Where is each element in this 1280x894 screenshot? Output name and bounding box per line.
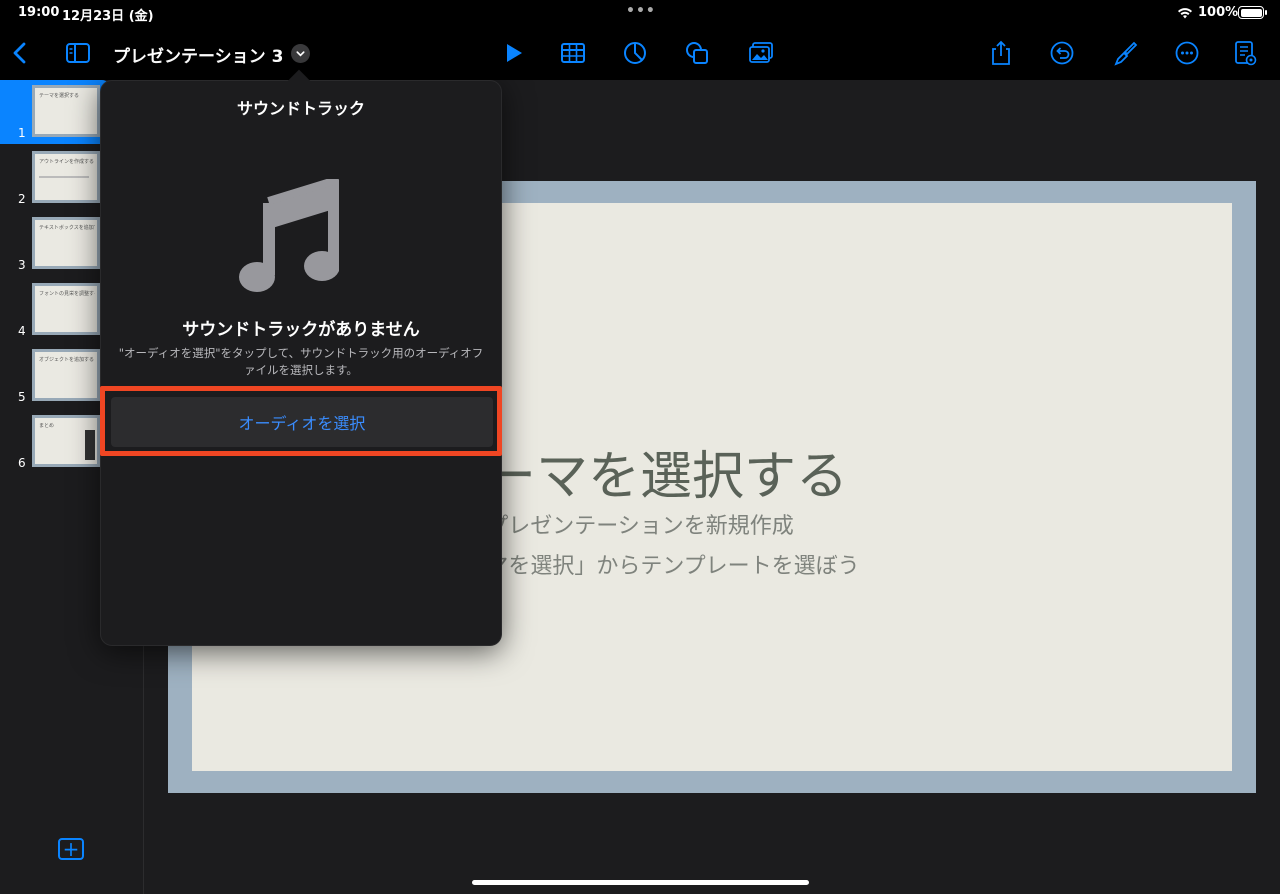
empty-state-title: サウンドトラックがありません [182,320,420,340]
slide-thumbnail-label: フォントの見栄を調整する [39,291,95,297]
soundtrack-popover: サウンドトラック サウンドトラックがありません "オーディオを選択"をタップして… [100,69,502,646]
wifi-icon [1178,8,1192,19]
home-indicator[interactable] [472,880,809,885]
choose-audio-button[interactable]: オーディオを選択 [111,397,493,447]
presenter-notes-icon[interactable] [1230,38,1260,68]
add-slide-button[interactable]: + [58,838,84,860]
music-note-icon [239,179,339,292]
slide-thumbnail-label: テキストボックスを追加する [39,225,95,231]
more-icon[interactable] [1172,38,1202,68]
back-icon[interactable] [6,38,36,68]
slide-number: 3 [18,258,26,272]
media-icon[interactable] [746,38,776,68]
slide-number: 2 [18,192,26,206]
slide-number: 4 [18,324,26,338]
slide-thumbnail-image: オブジェクトを追加する [32,349,100,401]
slide-thumbnail-1[interactable]: テーマを選択する 1 [0,80,110,144]
chart-icon[interactable] [620,38,650,68]
battery-icon [1238,6,1267,19]
undo-icon[interactable] [1047,38,1077,68]
slide-thumbnail-label: オブジェクトを追加する [39,357,95,363]
empty-state-description: "オーディオを選択"をタップして、サウンドトラック用のオーディオファイルを選択し… [118,346,484,377]
play-icon[interactable] [498,38,528,68]
popover-title: サウンドトラック [236,99,365,118]
toolbar: プレゼンテーション 3 [0,26,1280,80]
battery-percentage: 100% [1198,5,1239,20]
slide-thumbnail-label: アウトラインを作成する [39,159,95,165]
sidebar-icon[interactable] [63,38,93,68]
multitasking-dots-icon[interactable]: ••• [626,3,656,19]
status-date: 12月23日 (金) [62,9,154,24]
slide-thumbnail-image: アウトラインを作成する [32,151,100,203]
document-title[interactable]: プレゼンテーション 3 [113,42,283,67]
slide-thumbnail-label: テーマを選択する [39,93,80,99]
slide-thumbnail-image: テキストボックスを追加する [32,217,100,269]
slide-thumbnail-image: テーマを選択する [32,85,100,137]
table-icon[interactable] [558,38,588,68]
shapes-icon[interactable] [682,38,712,68]
format-brush-icon[interactable] [1110,38,1140,68]
plus-square-icon: + [62,837,80,861]
slide-thumbnail-image: フォントの見栄を調整する [32,283,100,335]
slide-number: 1 [18,126,26,140]
status-bar: 19:00 12月23日 (金) ••• 100% [0,0,1280,26]
status-time: 19:00 [18,5,60,20]
chevron-down-icon[interactable] [291,44,310,63]
slide-thumbnail-label: まとめ [39,423,55,429]
slide-number: 5 [18,390,26,404]
share-icon[interactable] [986,38,1016,68]
